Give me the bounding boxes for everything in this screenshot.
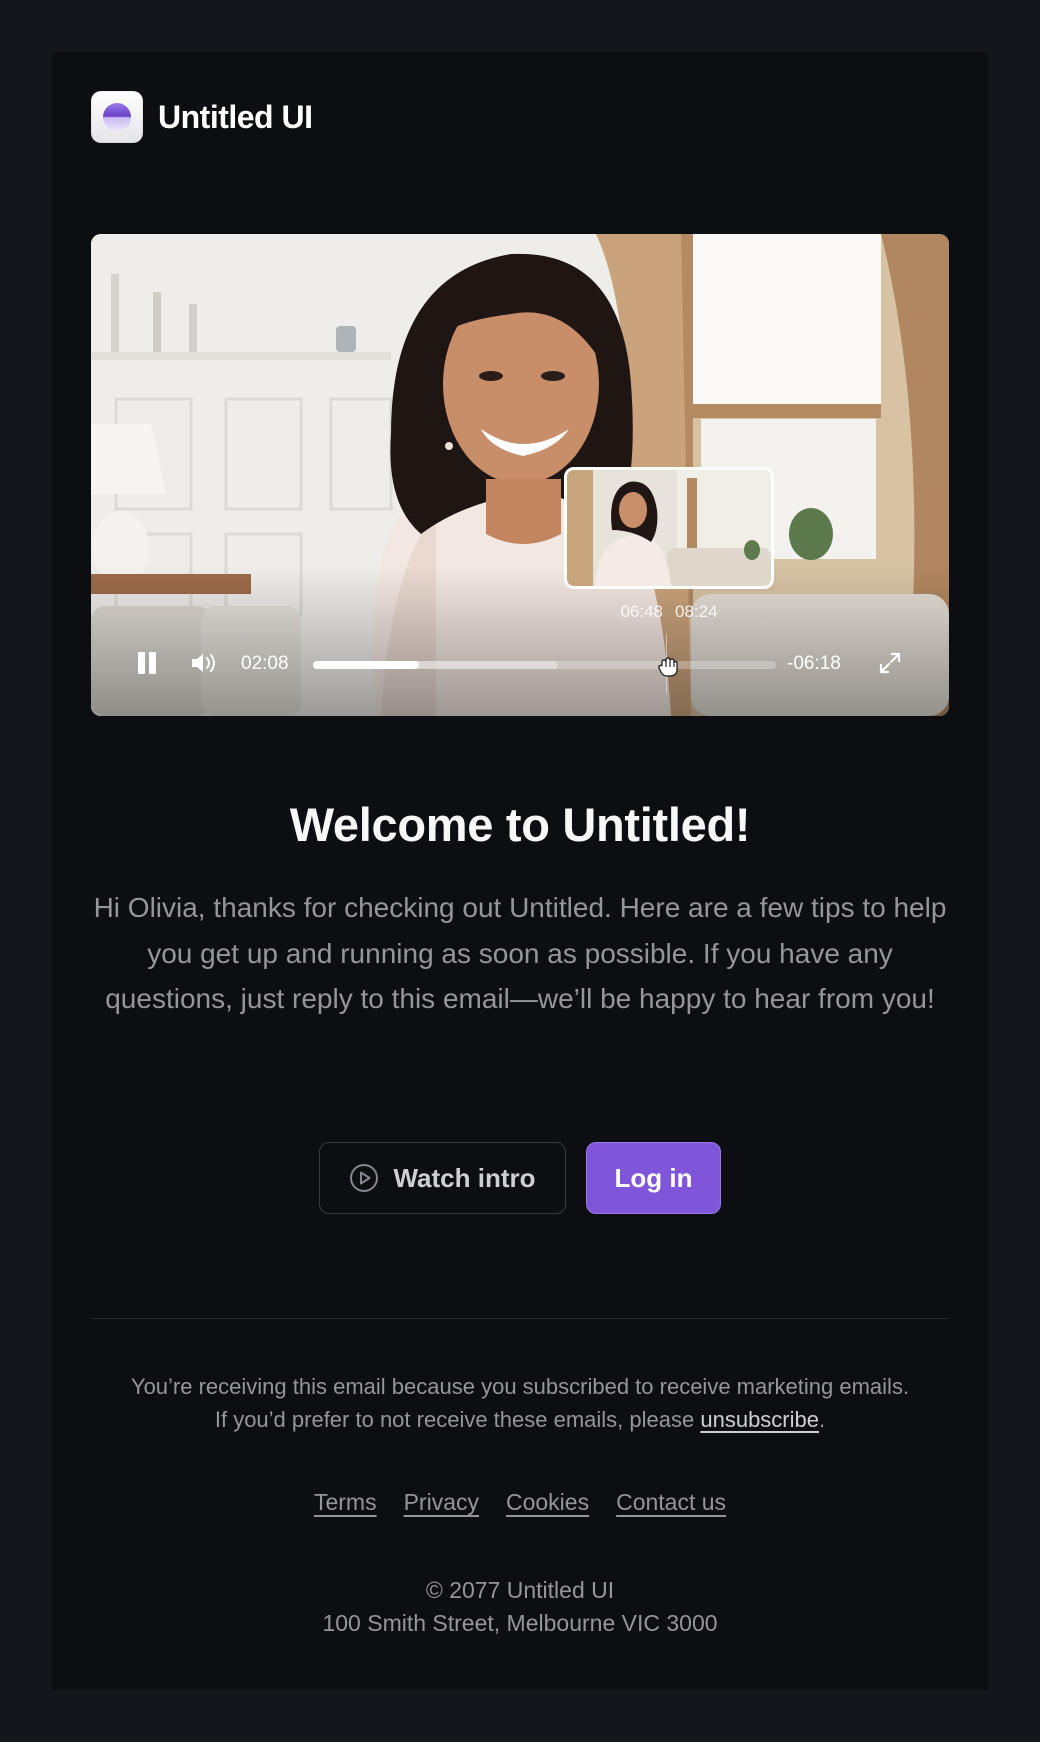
notice-line-2-text: If you’d prefer to not receive these ema…: [214, 1407, 695, 1432]
grab-cursor-icon: [658, 657, 678, 677]
footer-divider: [91, 1318, 949, 1319]
notice-line-2-end: .: [819, 1407, 826, 1432]
scrub-preview-thumbnail: [564, 467, 774, 589]
pause-button[interactable]: [136, 652, 158, 674]
login-button[interactable]: Log in: [586, 1142, 721, 1214]
play-circle-icon: [350, 1164, 379, 1192]
time-elapsed: 02:08: [241, 653, 289, 674]
fullscreen-icon[interactable]: [877, 650, 903, 676]
progress-track[interactable]: [313, 661, 776, 669]
watch-intro-button[interactable]: Watch intro: [319, 1142, 566, 1214]
brand-header: Untitled UI: [91, 91, 313, 143]
contact-us-link[interactable]: Contact us: [616, 1489, 726, 1516]
preview-time-total: 08:24: [675, 602, 718, 621]
privacy-link[interactable]: Privacy: [404, 1489, 479, 1516]
terms-link[interactable]: Terms: [314, 1489, 377, 1516]
email-card: Untitled UI 06:48 08:24 02:08 -06:18 Wel…: [52, 52, 988, 1690]
copyright-text: © 2077 Untitled UI: [425, 1577, 615, 1603]
cookies-link[interactable]: Cookies: [506, 1489, 589, 1516]
watch-intro-label: Watch intro: [393, 1162, 536, 1193]
unsubscribe-link[interactable]: unsubscribe: [700, 1407, 819, 1432]
footer-copyright: © 2077 Untitled UI 100 Smith Street, Mel…: [52, 1574, 988, 1640]
welcome-heading: Welcome to Untitled!: [289, 798, 751, 851]
notice-line-2: If you’d prefer to not receive these ema…: [52, 1403, 988, 1436]
intro-paragraph: Hi Olivia, thanks for checking out Untit…: [93, 892, 947, 1014]
notice-line-1: You’re receiving this email because you …: [130, 1374, 910, 1399]
scrub-preview-time: 06:48 08:24: [564, 602, 774, 622]
address-text: 100 Smith Street, Melbourne VIC 3000: [322, 1610, 718, 1636]
login-label: Log in: [614, 1162, 693, 1193]
cta-group: Watch intro Log in: [52, 1142, 988, 1214]
logo-icon: [91, 91, 143, 143]
time-remaining: -06:18: [787, 653, 841, 674]
brand-name: Untitled UI: [158, 98, 313, 135]
volume-icon[interactable]: [190, 652, 218, 674]
video-controls: 02:08 -06:18: [91, 646, 949, 682]
footer-links: Terms Privacy Cookies Contact us: [52, 1489, 988, 1516]
preview-time-current: 06:48: [620, 602, 663, 621]
subscription-notice: You’re receiving this email because you …: [52, 1370, 988, 1436]
progress-played: [313, 661, 420, 669]
video-player[interactable]: 06:48 08:24 02:08 -06:18: [91, 234, 949, 716]
